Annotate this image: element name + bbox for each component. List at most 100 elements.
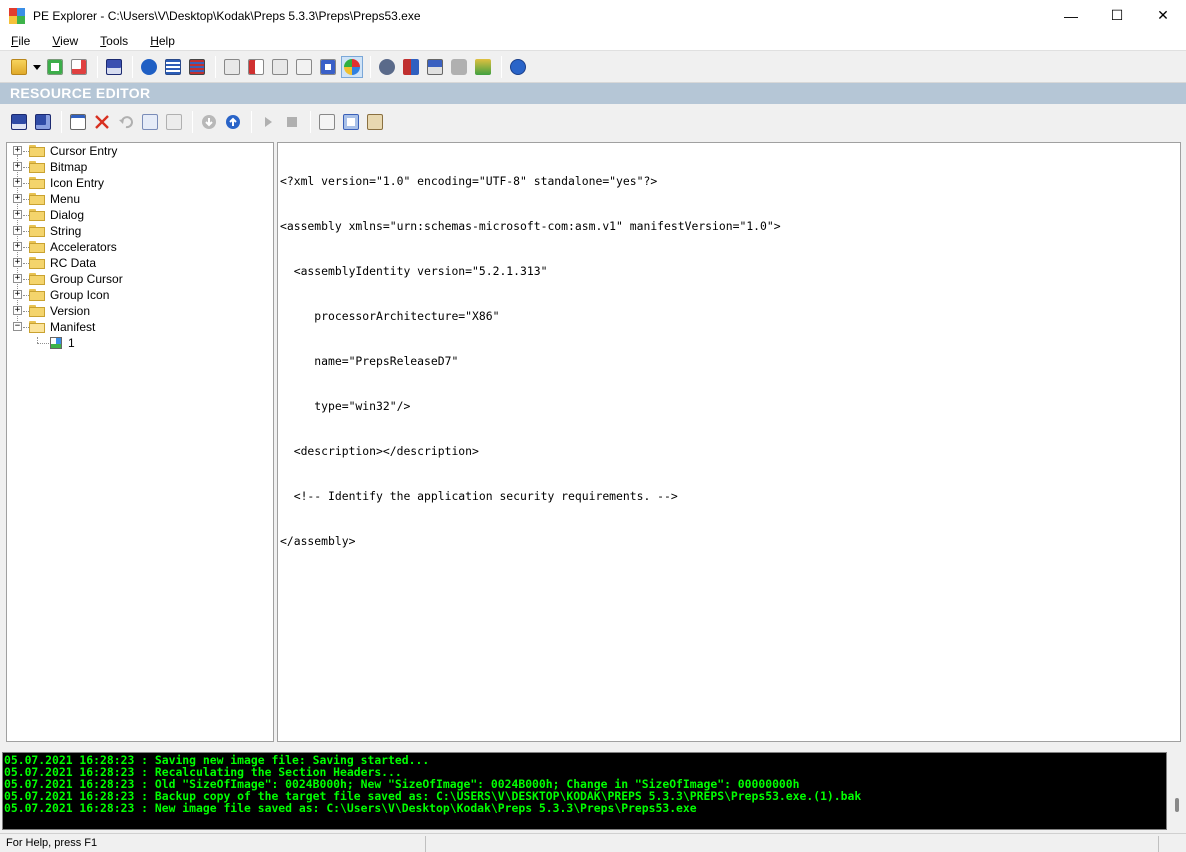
folder-icon <box>29 241 45 253</box>
folder-icon <box>29 257 45 269</box>
menu-file[interactable]: File <box>0 34 41 48</box>
edit-resource-icon[interactable] <box>67 111 89 133</box>
upload-icon[interactable] <box>222 111 244 133</box>
expand-toggle[interactable]: + <box>13 274 22 283</box>
expand-toggle[interactable]: + <box>13 258 22 267</box>
dependency-icon[interactable] <box>400 56 422 78</box>
maximize-button[interactable]: ☐ <box>1094 0 1140 31</box>
window-controls: — ☐ ✕ <box>1048 0 1186 31</box>
manifest-editor[interactable]: <?xml version="1.0" encoding="UTF-8" sta… <box>277 142 1181 742</box>
stop-icon <box>281 111 303 133</box>
disassembler-icon[interactable] <box>376 56 398 78</box>
tree-node-label: Bitmap <box>50 160 88 174</box>
reload-icon[interactable] <box>44 56 66 78</box>
expand-toggle[interactable]: + <box>13 162 22 171</box>
folder-icon <box>29 289 45 301</box>
main-toolbar <box>0 52 1186 83</box>
menu-bar: File View Tools Help <box>0 31 1186 51</box>
tree-node-bitmap[interactable]: + Bitmap <box>7 159 267 175</box>
log-scrollbar[interactable] <box>1169 752 1186 830</box>
close-file-icon[interactable] <box>68 56 90 78</box>
menu-view[interactable]: View <box>41 34 89 48</box>
expand-toggle[interactable]: + <box>13 290 22 299</box>
tree-node-rc-data[interactable]: + RC Data <box>7 255 267 271</box>
import-icon[interactable] <box>221 56 243 78</box>
toolbar-separator <box>501 56 502 78</box>
code-line: type="win32"/> <box>280 399 411 413</box>
expand-toggle[interactable]: + <box>13 210 22 219</box>
tree-node-accelerators[interactable]: + Accelerators <box>7 239 267 255</box>
headers-icon[interactable] <box>162 56 184 78</box>
toolbar-separator <box>215 56 216 78</box>
tree-node-manifest-1[interactable]: 1 <box>7 335 267 351</box>
status-text: For Help, press F1 <box>6 837 98 849</box>
tree-node-manifest[interactable]: − Manifest <box>7 319 267 335</box>
save-resource-icon[interactable] <box>8 111 30 133</box>
log-line: 05.07.2021 16:28:23 : New image file sav… <box>4 801 697 815</box>
code-line: processorArchitecture="X86" <box>280 309 500 323</box>
folder-icon <box>29 145 45 157</box>
play-icon <box>257 111 279 133</box>
scrollbar-thumb[interactable] <box>1175 798 1179 812</box>
menu-tools[interactable]: Tools <box>89 34 139 48</box>
view-icon[interactable] <box>316 111 338 133</box>
save-all-icon[interactable] <box>32 111 54 133</box>
expand-toggle[interactable]: + <box>13 146 22 155</box>
resource3-icon[interactable] <box>317 56 339 78</box>
tree-node-label: 1 <box>68 336 75 350</box>
expand-toggle[interactable]: + <box>13 242 22 251</box>
info-icon[interactable] <box>138 56 160 78</box>
help-icon[interactable] <box>507 56 529 78</box>
resource-tree[interactable]: + Cursor Entry + Bitmap + Icon Entry + M… <box>6 142 274 742</box>
save-icon[interactable] <box>103 56 125 78</box>
expand-toggle[interactable]: + <box>13 306 22 315</box>
folder-icon <box>29 305 45 317</box>
folder-icon <box>29 273 45 285</box>
code-view[interactable]: <?xml version="1.0" encoding="UTF-8" sta… <box>278 143 1180 579</box>
tree-node-label: Version <box>50 304 91 318</box>
properties-icon[interactable] <box>364 111 386 133</box>
tree-node-group-icon[interactable]: + Group Icon <box>7 287 267 303</box>
tree-node-cursor-entry[interactable]: + Cursor Entry <box>7 143 267 159</box>
resource-editor-icon[interactable] <box>341 56 363 78</box>
tree-node-dialog[interactable]: + Dialog <box>7 207 267 223</box>
minimize-button[interactable]: — <box>1048 0 1094 31</box>
expand-toggle[interactable]: + <box>13 226 22 235</box>
collapse-toggle[interactable]: − <box>13 322 22 331</box>
tree-node-string[interactable]: + String <box>7 223 267 239</box>
folder-icon <box>29 161 45 173</box>
tree-node-label: Icon Entry <box>50 176 105 190</box>
log-console[interactable]: 05.07.2021 16:28:23 : Saving new image f… <box>2 752 1167 830</box>
delete-icon[interactable] <box>91 111 113 133</box>
resource-icon[interactable] <box>269 56 291 78</box>
unpack-icon[interactable] <box>472 56 494 78</box>
search-icon[interactable] <box>340 111 362 133</box>
tree-node-label: Dialog <box>50 208 85 222</box>
copy-icon[interactable] <box>139 111 161 133</box>
syntax-icon[interactable] <box>424 56 446 78</box>
folder-icon <box>29 177 45 189</box>
expand-toggle[interactable]: + <box>13 194 22 203</box>
open-icon[interactable] <box>8 56 30 78</box>
tree-node-version[interactable]: + Version <box>7 303 267 319</box>
export-icon[interactable] <box>245 56 267 78</box>
toolbar-separator <box>97 56 98 78</box>
tree-node-label: Cursor Entry <box>50 144 118 158</box>
resource-editor-toolbar <box>0 108 1186 136</box>
sections-icon[interactable] <box>186 56 208 78</box>
resource-editor-header: RESOURCE EDITOR <box>0 83 1186 104</box>
tree-node-menu[interactable]: + Menu <box>7 191 267 207</box>
expand-toggle[interactable]: + <box>13 178 22 187</box>
close-button[interactable]: ✕ <box>1140 0 1186 31</box>
tree-node-group-cursor[interactable]: + Group Cursor <box>7 271 267 287</box>
toolbar-separator <box>251 111 252 133</box>
resource2-icon[interactable] <box>293 56 315 78</box>
menu-file-label: ile <box>18 33 31 48</box>
dropdown-arrow-icon[interactable] <box>32 56 42 78</box>
menu-help[interactable]: Help <box>139 34 186 48</box>
tree-node-icon-entry[interactable]: + Icon Entry <box>7 175 267 191</box>
title-bar: PE Explorer - C:\Users\V\Desktop\Kodak\P… <box>0 0 1186 31</box>
digital-signature-icon[interactable] <box>448 56 470 78</box>
tree-connector <box>37 343 49 344</box>
menu-help-accel: H <box>150 33 159 48</box>
